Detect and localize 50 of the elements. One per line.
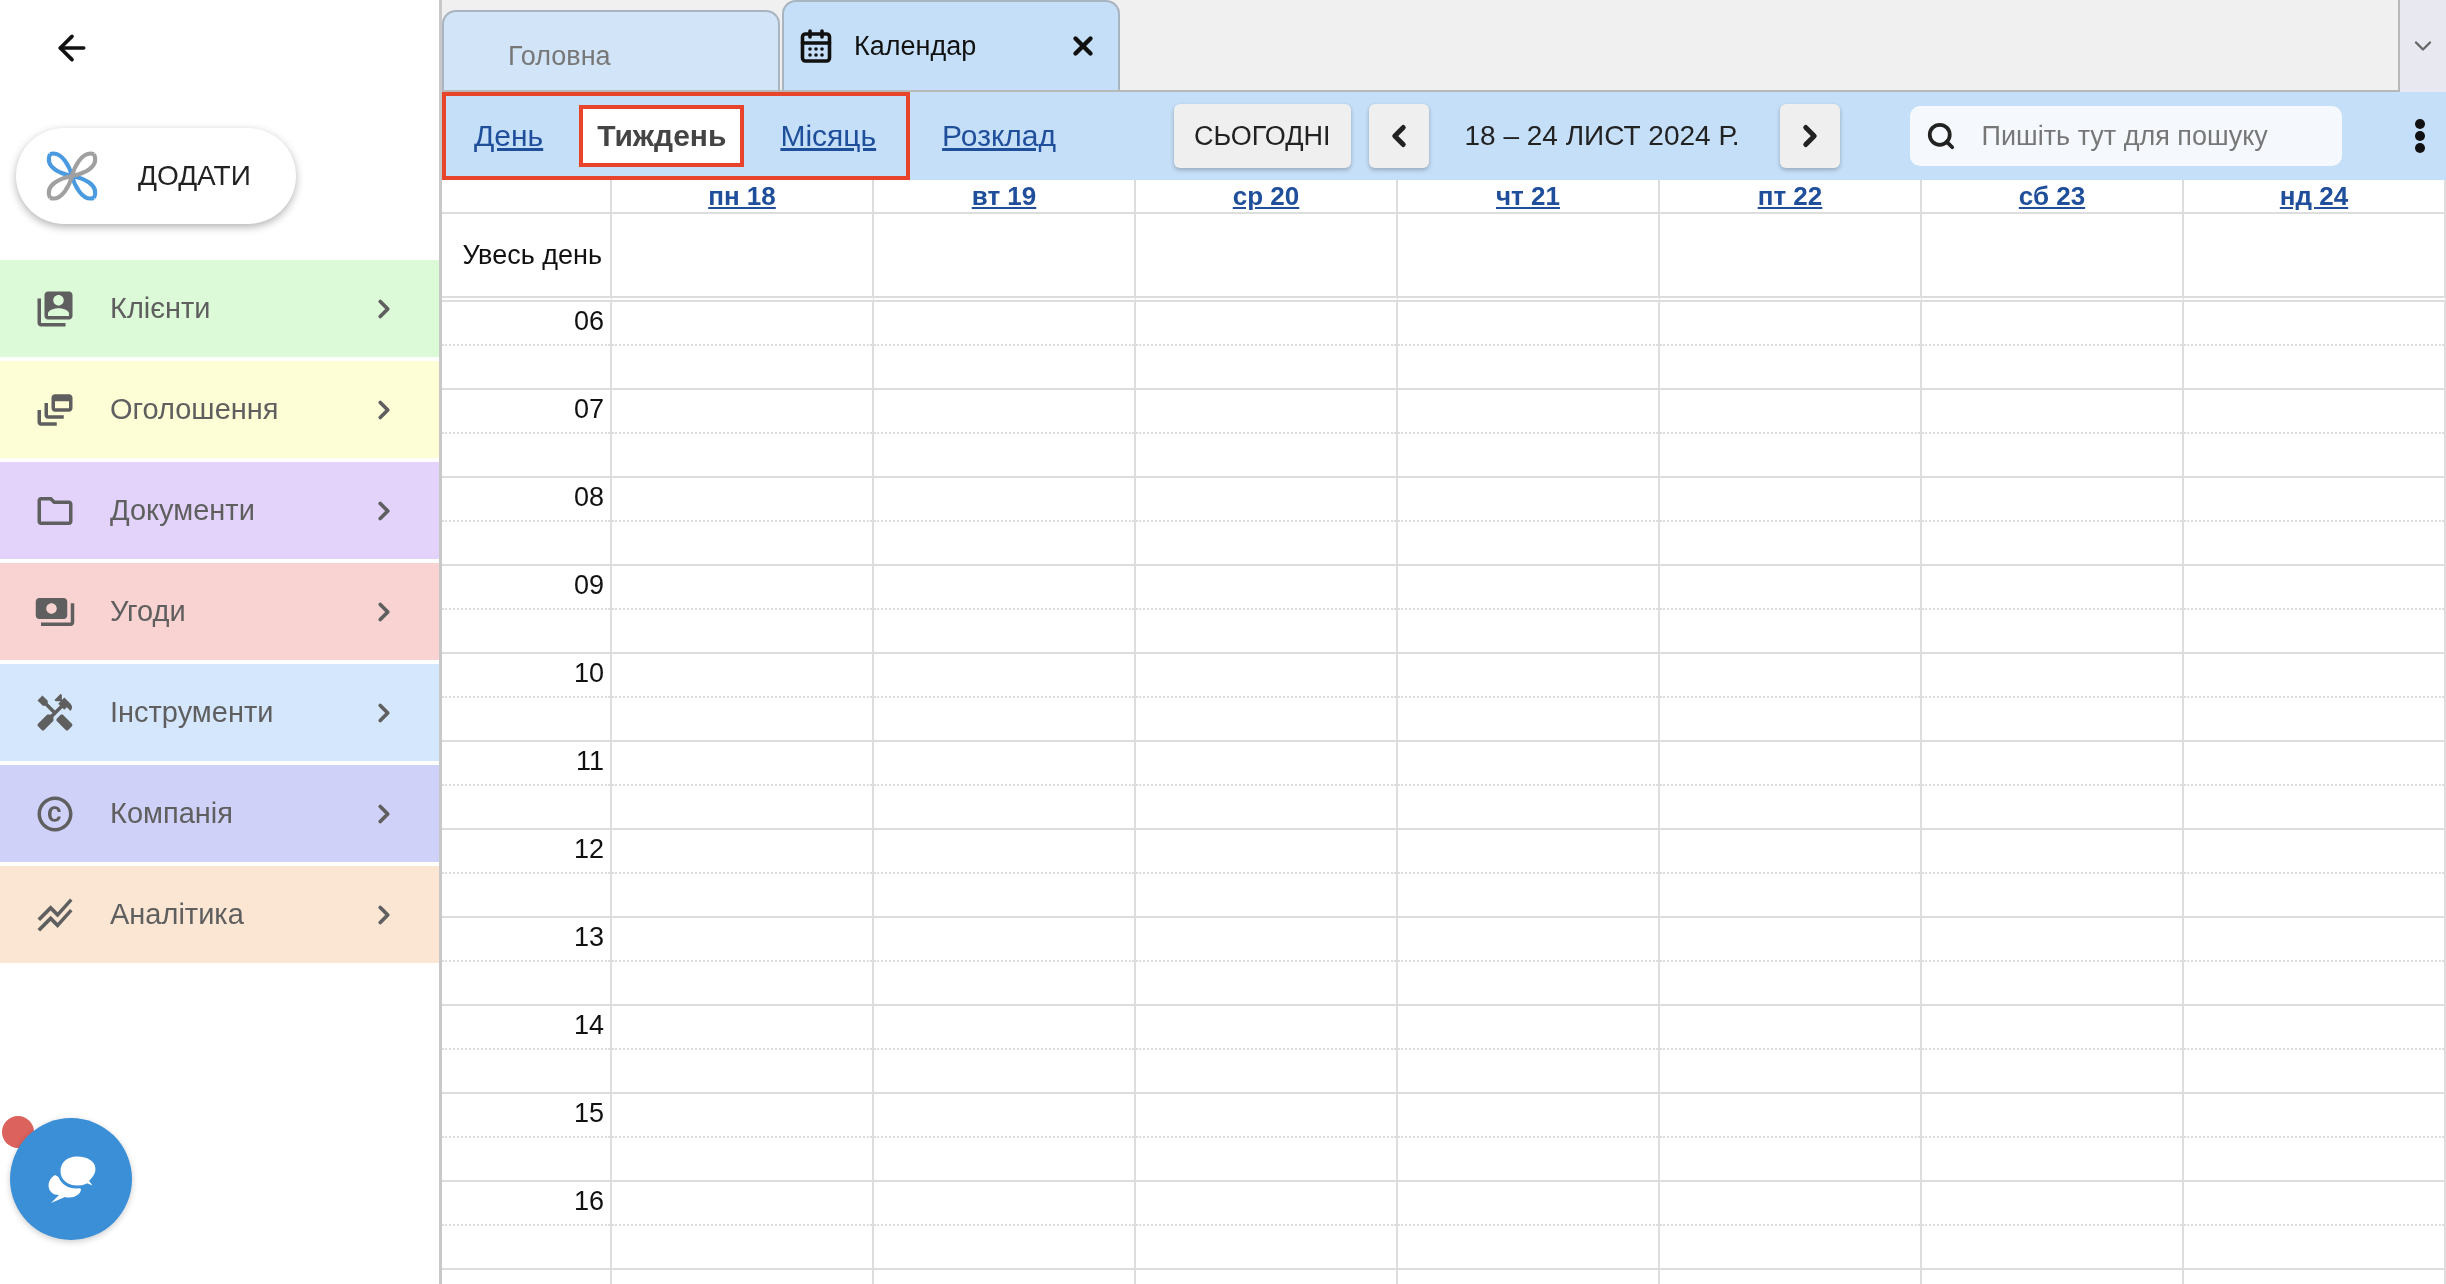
search-box[interactable]: Пишіть тут для пошуку xyxy=(1909,106,2342,166)
hour-label: 12 xyxy=(573,834,604,865)
hour-label: 13 xyxy=(573,922,604,953)
hour-label: 07 xyxy=(573,394,604,425)
date-range: 18 – 24 ЛИСТ 2024 Р. xyxy=(1464,120,1740,152)
next-button[interactable] xyxy=(1779,104,1840,168)
sidebar-item-label: Компанія xyxy=(110,797,234,830)
sidebar-item-label: Аналітика xyxy=(110,898,245,931)
chat-button[interactable] xyxy=(10,1118,132,1240)
hour-label: 11 xyxy=(575,746,604,777)
search-field[interactable]: Пишіть тут для пошуку xyxy=(1979,119,2326,153)
day-header-link[interactable]: пт 22 xyxy=(1757,180,1823,212)
day-header-link[interactable]: вт 19 xyxy=(971,180,1037,212)
previous-button[interactable] xyxy=(1368,104,1429,168)
day-header-link[interactable]: чт 21 xyxy=(1496,180,1560,212)
sidebar-item[interactable]: Оголошення xyxy=(0,361,439,458)
day-header-link[interactable]: ср 20 xyxy=(1232,180,1300,212)
sidebar-item[interactable]: Аналітика xyxy=(0,866,439,963)
hour-label: 16 xyxy=(573,1186,604,1217)
hour-label: 14 xyxy=(573,1010,604,1041)
more-button[interactable] xyxy=(2414,118,2426,154)
all-day-label: Увесь день xyxy=(462,239,602,271)
sidebar-item-label: Клієнти xyxy=(110,292,212,325)
sidebar-item-label: Оголошення xyxy=(110,393,280,426)
search-icon xyxy=(1925,121,1956,151)
calendar-icon xyxy=(798,28,834,64)
hour-label: 09 xyxy=(573,570,604,601)
day-header-link[interactable]: пн 18 xyxy=(708,180,776,212)
sidebar-item[interactable]: Інструменти xyxy=(0,664,439,761)
day-header-link[interactable]: сб 23 xyxy=(2018,180,2086,212)
sidebar-item[interactable]: Клієнти xyxy=(0,260,439,357)
view-tab[interactable]: Місяць xyxy=(762,105,895,167)
tab[interactable]: Календар xyxy=(782,0,1120,90)
day-header-link[interactable]: нд 24 xyxy=(2279,180,2349,212)
sidebar-item-label: Інструменти xyxy=(110,696,275,729)
sidebar-item[interactable]: Документи xyxy=(0,462,439,559)
hour-label: 10 xyxy=(573,658,604,689)
add-button[interactable]: ДОДАТИ xyxy=(16,128,296,224)
view-tab[interactable]: День xyxy=(456,105,562,167)
hour-label: 06 xyxy=(573,306,604,337)
sidebar-item-label: Документи xyxy=(110,494,256,527)
view-tab[interactable]: Розклад xyxy=(924,105,1075,167)
hour-label: 08 xyxy=(573,482,604,513)
more-vertical-icon xyxy=(2414,118,2426,154)
hour-label: 15 xyxy=(573,1098,604,1129)
sidebar-item[interactable]: Угоди xyxy=(0,563,439,660)
view-tab[interactable]: Тиждень xyxy=(579,105,745,167)
sidebar-item[interactable]: Компанія xyxy=(0,765,439,862)
sidebar-item-label: Угоди xyxy=(110,595,187,628)
today-button[interactable]: СЬОГОДНІ xyxy=(1174,104,1351,168)
